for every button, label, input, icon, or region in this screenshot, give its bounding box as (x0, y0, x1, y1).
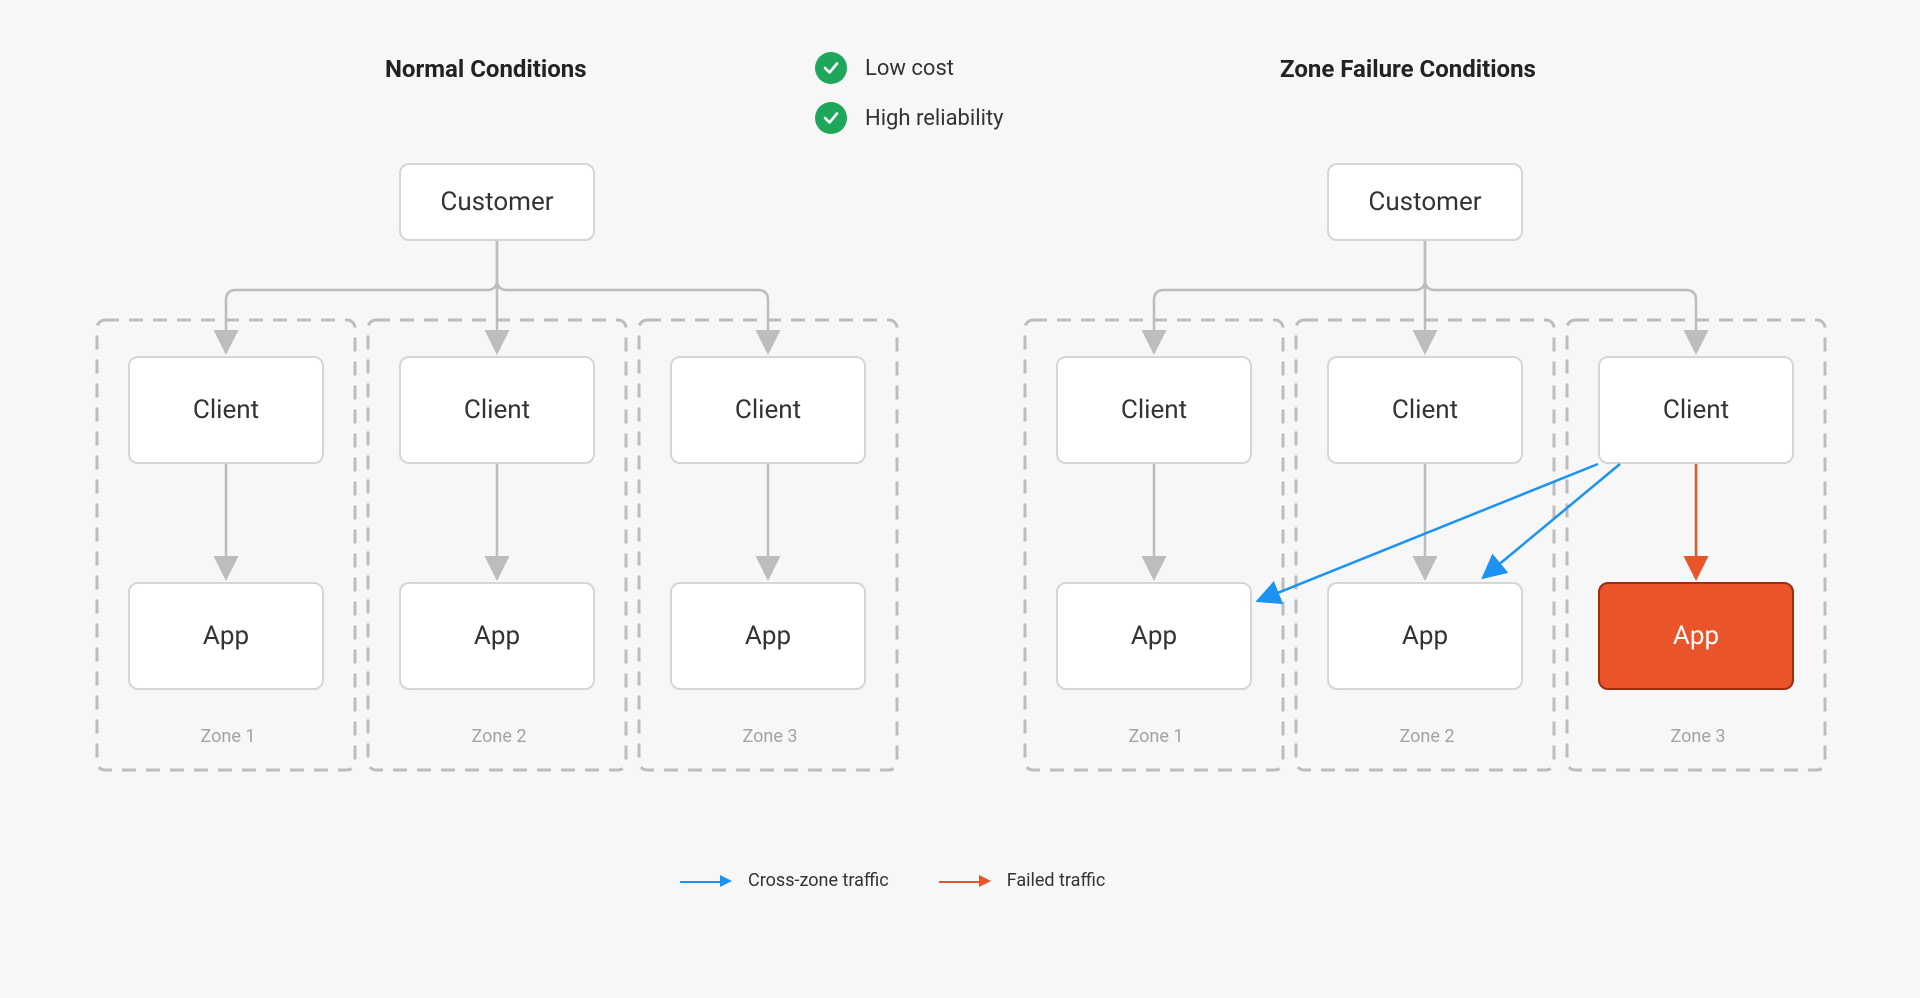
app-box-zone3-failed: App (1598, 582, 1794, 690)
app-label: App (1402, 621, 1448, 651)
app-label: App (1673, 621, 1719, 651)
connector-overlay (0, 0, 1920, 998)
client-label: Client (1663, 395, 1729, 425)
client-label: Client (464, 395, 530, 425)
customer-box: Customer (1327, 163, 1523, 241)
client-label: Client (193, 395, 259, 425)
attr-label: Low cost (865, 56, 954, 81)
zone-label-2: Zone 2 (469, 726, 529, 747)
app-label: App (474, 621, 520, 651)
client-box-zone2: Client (399, 356, 595, 464)
app-label: App (203, 621, 249, 651)
app-box-zone2: App (399, 582, 595, 690)
client-box-zone3: Client (1598, 356, 1794, 464)
legend-label: Failed traffic (1007, 870, 1106, 891)
zone-label-3: Zone 3 (740, 726, 800, 747)
arrow-icon (680, 876, 732, 886)
customer-box: Customer (399, 163, 595, 241)
zone-label-1: Zone 1 (198, 726, 258, 747)
legend-label: Cross-zone traffic (748, 870, 889, 891)
arrow-icon (939, 876, 991, 886)
client-label: Client (1121, 395, 1187, 425)
client-box-zone2: Client (1327, 356, 1523, 464)
zone-label-1: Zone 1 (1126, 726, 1186, 747)
client-box-zone1: Client (1056, 356, 1252, 464)
app-box-zone1: App (1056, 582, 1252, 690)
customer-label: Customer (1368, 187, 1481, 217)
app-label: App (1131, 621, 1177, 651)
customer-label: Customer (440, 187, 553, 217)
app-label: App (745, 621, 791, 651)
app-box-zone2: App (1327, 582, 1523, 690)
legend-cross-zone: Cross-zone traffic (680, 870, 889, 891)
attribute-list: Low cost High reliability (815, 52, 1004, 134)
title-normal: Normal Conditions (385, 55, 587, 83)
app-box-zone3: App (670, 582, 866, 690)
zone-label-3: Zone 3 (1668, 726, 1728, 747)
zone-label-2: Zone 2 (1397, 726, 1457, 747)
legend: Cross-zone traffic Failed traffic (680, 870, 1105, 891)
check-icon (815, 52, 847, 84)
client-box-zone1: Client (128, 356, 324, 464)
client-box-zone3: Client (670, 356, 866, 464)
client-label: Client (735, 395, 801, 425)
app-box-zone1: App (128, 582, 324, 690)
check-icon (815, 102, 847, 134)
title-failure: Zone Failure Conditions (1280, 55, 1536, 83)
attr-high-reliability: High reliability (815, 102, 1004, 134)
attr-low-cost: Low cost (815, 52, 1004, 84)
attr-label: High reliability (865, 106, 1004, 131)
client-label: Client (1392, 395, 1458, 425)
legend-failed: Failed traffic (939, 870, 1106, 891)
